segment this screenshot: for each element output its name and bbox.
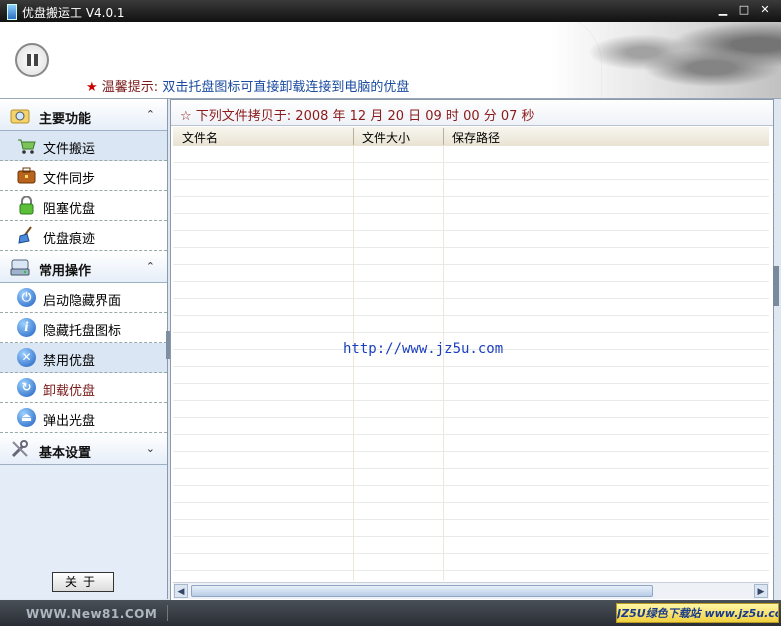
- sidebar-item-file-transfer[interactable]: 文件搬运: [0, 131, 167, 161]
- tip-line: ★ 温馨提示: 双击托盘图标可直接卸载连接到电脑的优盘: [86, 76, 409, 95]
- section-main-functions[interactable]: 主要功能 ⌃: [0, 99, 167, 131]
- sidebar-item-label: 文件搬运: [43, 142, 96, 157]
- scroll-right-arrow-icon[interactable]: ▶: [754, 584, 768, 598]
- power-icon: ⏻: [17, 288, 36, 307]
- collapse-chevron-icon[interactable]: ⌃: [146, 108, 155, 121]
- sidebar-item-label: 弹出光盘: [43, 414, 96, 429]
- close-button[interactable]: ✕: [758, 3, 772, 17]
- watermark-url: http://www.jz5u.com: [343, 341, 504, 357]
- sidebar-item-label: 禁用优盘: [43, 354, 96, 369]
- minimize-button[interactable]: ▁: [716, 3, 730, 17]
- sidebar: 主要功能 ⌃ 文件搬运 文件同步 阻塞优盘 优盘痕迹 常用操作 ⌃ ⏻ 启动隐藏…: [0, 99, 168, 599]
- title-bar: 优盘搬运工 V4.0.1 ▁ □ ✕: [0, 0, 781, 22]
- sidebar-item-disable-usb[interactable]: ✕ 禁用优盘: [0, 343, 167, 373]
- scroll-left-arrow-icon[interactable]: ◀: [174, 584, 188, 598]
- disable-icon: ✕: [17, 348, 36, 367]
- drive-icon: [10, 259, 30, 276]
- sidebar-item-usb-traces[interactable]: 优盘痕迹: [0, 221, 167, 251]
- sidebar-item-label: 隐藏托盘图标: [43, 324, 122, 339]
- window-title: 优盘搬运工 V4.0.1: [22, 6, 125, 20]
- info-icon: i: [17, 318, 36, 337]
- expand-chevron-icon[interactable]: ⌄: [146, 442, 155, 455]
- section-label: 常用操作: [39, 264, 92, 279]
- app-icon: [7, 4, 17, 20]
- column-header-filesize[interactable]: 文件大小: [362, 129, 410, 146]
- sidebar-item-label: 阻塞优盘: [43, 202, 96, 217]
- cart-icon: [18, 139, 36, 154]
- tip-text: 双击托盘图标可直接卸载连接到电脑的优盘: [162, 80, 410, 95]
- sidebar-item-block-usb[interactable]: 阻塞优盘: [0, 191, 167, 221]
- download-site-badge: JZ5U绿色下载站 www.jz5u.com: [616, 603, 779, 623]
- section-basic-settings[interactable]: 基本设置 ⌄: [0, 433, 167, 465]
- tools-icon: [11, 440, 28, 458]
- sidebar-item-label: 文件同步: [43, 172, 96, 187]
- landscape-painting: [551, 22, 781, 98]
- column-grid-line: [443, 146, 444, 581]
- sidebar-item-file-sync[interactable]: 文件同步: [0, 161, 167, 191]
- scrollbar-thumb[interactable]: [191, 585, 653, 597]
- copy-header: ☆ 下列文件拷贝于: 2008 年 12 月 20 日 09 时 00 分 07…: [171, 100, 773, 126]
- status-site-text: WWW.New81.COM: [26, 607, 158, 621]
- column-grid-line: [353, 146, 354, 581]
- sidebar-item-label: 启动隐藏界面: [43, 294, 122, 309]
- lock-icon: [19, 196, 34, 215]
- copy-header-text: ☆ 下列文件拷贝于: 2008 年 12 月 20 日 09 时 00 分 07…: [180, 109, 535, 124]
- column-separator[interactable]: [353, 128, 354, 145]
- broom-icon: [18, 226, 32, 244]
- column-header-filename[interactable]: 文件名: [182, 129, 218, 146]
- briefcase-icon: [17, 167, 36, 184]
- tip-label: 温馨提示:: [101, 80, 159, 95]
- section-label: 主要功能: [39, 112, 92, 127]
- sidebar-item-eject-cd[interactable]: ⏏ 弹出光盘: [0, 403, 167, 433]
- section-common-operations[interactable]: 常用操作 ⌃: [0, 251, 167, 283]
- sidebar-item-label: 卸载优盘: [43, 384, 96, 399]
- column-header-savepath[interactable]: 保存路径: [452, 129, 500, 146]
- tip-star-icon: ★: [86, 80, 98, 95]
- section-label: 基本设置: [39, 446, 92, 461]
- header-banner: ★ 温馨提示: 双击托盘图标可直接卸载连接到电脑的优盘: [0, 22, 781, 99]
- status-bar: WWW.New81.COM JZ5U绿色下载站 www.jz5u.com: [0, 600, 781, 626]
- main-panel: ☆ 下列文件拷贝于: 2008 年 12 月 20 日 09 时 00 分 07…: [170, 99, 774, 601]
- file-table-body[interactable]: [173, 146, 769, 581]
- horizontal-scrollbar[interactable]: ◀ ▶: [173, 582, 769, 599]
- sidebar-item-label: 优盘痕迹: [43, 232, 96, 247]
- column-separator[interactable]: [443, 128, 444, 145]
- sidebar-item-start-hidden[interactable]: ⏻ 启动隐藏界面: [0, 283, 167, 313]
- eject-icon: ⏏: [17, 408, 36, 427]
- maximize-button[interactable]: □: [737, 3, 751, 17]
- pause-button[interactable]: [15, 43, 49, 77]
- sidebar-item-hide-tray-icon[interactable]: i 隐藏托盘图标: [0, 313, 167, 343]
- eject-refresh-icon: ↻: [17, 378, 36, 397]
- collapse-chevron-icon[interactable]: ⌃: [146, 260, 155, 273]
- magnifier-folder-icon: [10, 109, 30, 124]
- right-panel-toggle[interactable]: [773, 266, 779, 306]
- file-table-header: 文件名 文件大小 保存路径: [173, 127, 769, 147]
- sidebar-item-unmount-usb[interactable]: ↻ 卸载优盘: [0, 373, 167, 403]
- status-divider: [167, 605, 168, 621]
- about-button[interactable]: 关于: [52, 572, 114, 592]
